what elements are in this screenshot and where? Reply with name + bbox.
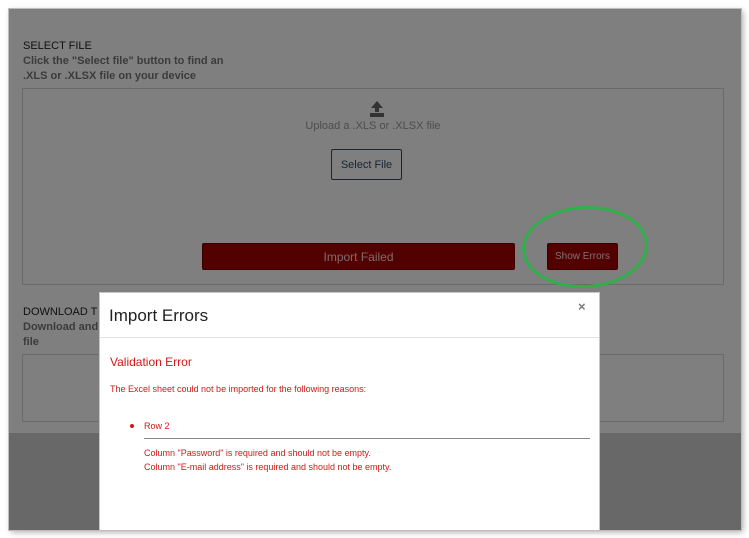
- error-message: Column "E-mail address" is required and …: [144, 462, 392, 472]
- close-icon[interactable]: ×: [578, 299, 586, 314]
- error-row-label: Row 2: [144, 421, 170, 431]
- import-errors-modal: Import Errors × Validation Error The Exc…: [99, 292, 600, 530]
- modal-title: Import Errors: [109, 306, 209, 325]
- validation-error-reason: The Excel sheet could not be imported fo…: [110, 384, 367, 394]
- error-message: Column "Password" is required and should…: [144, 448, 371, 458]
- modal-header: Import Errors ×: [100, 293, 599, 338]
- app-window: SELECT FILE Click the "Select file" butt…: [9, 9, 741, 530]
- divider: [144, 438, 590, 439]
- list-bullet: [130, 424, 134, 428]
- validation-error-title: Validation Error: [110, 355, 192, 369]
